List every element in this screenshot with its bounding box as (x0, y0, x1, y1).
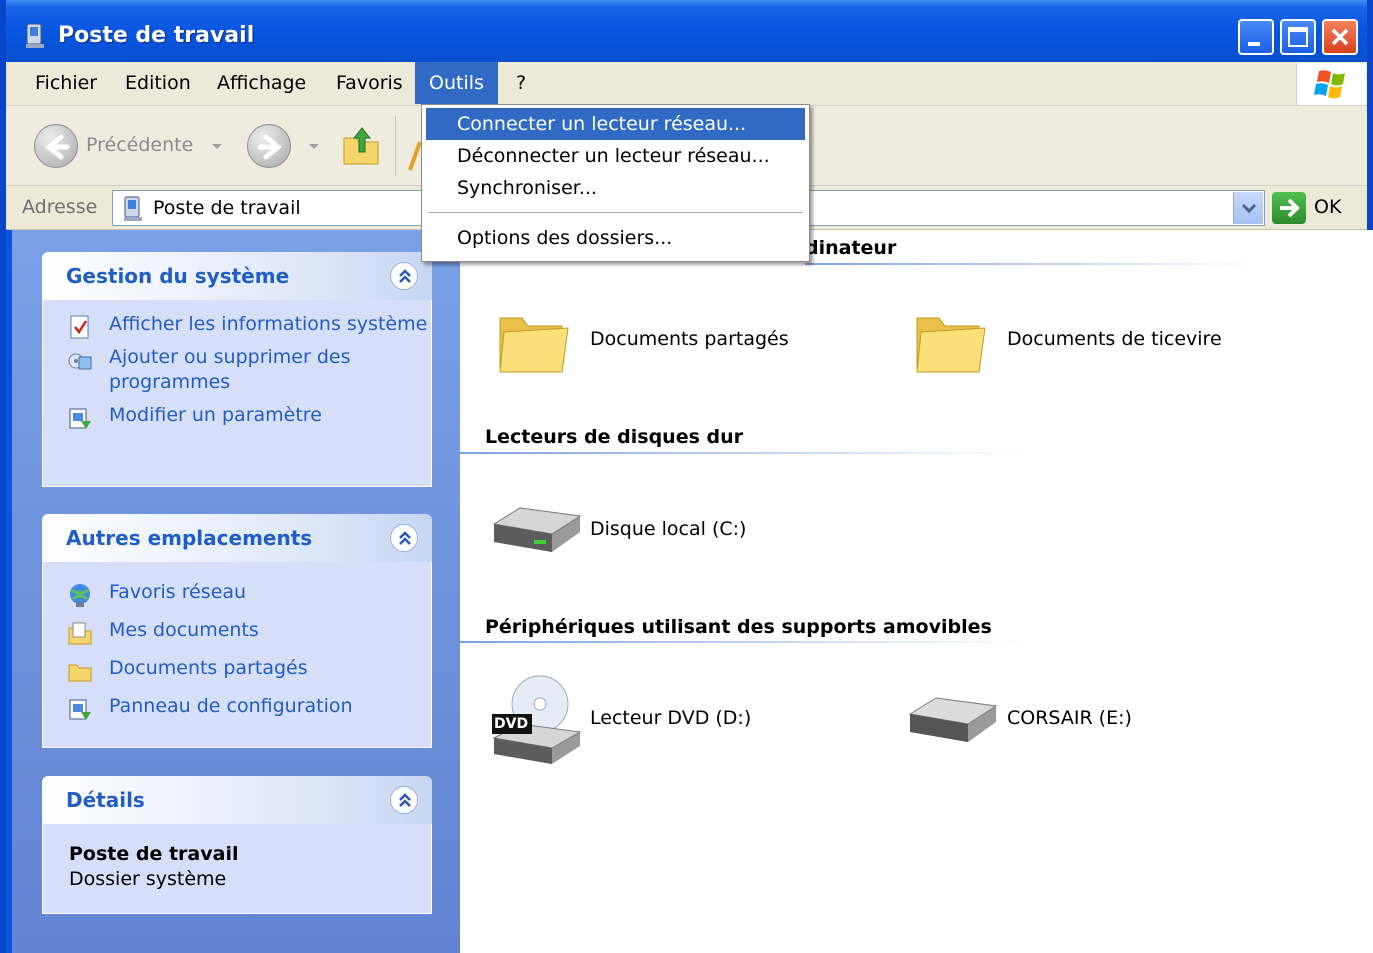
hard-disk-icon (492, 507, 582, 552)
place-shared-documents[interactable]: Documents partagés (43, 656, 431, 682)
forward-arrow-icon (257, 134, 282, 160)
address-label: Adresse (22, 196, 98, 218)
group-header-hard-disks: Lecteurs de disques dur (485, 426, 744, 448)
details-header[interactable]: Détails (42, 776, 432, 824)
forward-button[interactable] (247, 124, 291, 168)
details-title: Détails (66, 788, 145, 812)
details-name: Poste de travail (69, 843, 239, 865)
other-places-title: Autres emplacements (66, 526, 313, 550)
collapse-button[interactable] (390, 524, 418, 552)
add-remove-icon (68, 353, 92, 370)
other-places-header[interactable]: Autres emplacements (42, 514, 432, 562)
group-header-files: dinateur (805, 237, 897, 259)
chevron-up-double-icon (399, 793, 411, 807)
task-add-remove-programs[interactable]: Ajouter ou supprimer des programmes (43, 345, 431, 395)
go-label[interactable]: OK (1314, 196, 1341, 218)
back-button[interactable] (34, 124, 78, 168)
go-button[interactable] (1272, 192, 1306, 224)
collapse-button[interactable] (390, 786, 418, 814)
group-header-removable: Périphériques utilisant des supports amo… (485, 616, 992, 638)
menu-favoris[interactable]: Favoris (324, 62, 415, 104)
back-dropdown-icon[interactable] (211, 142, 223, 152)
menu-bar: Fichier Edition Affichage Favoris Outils… (6, 62, 1367, 106)
content-area: dinateur Documents partagés Documents de… (460, 230, 1373, 953)
place-network[interactable]: Favoris réseau (43, 580, 431, 607)
my-computer-icon (26, 23, 44, 48)
tools-menu-dropdown: Connecter un lecteur réseau... Déconnect… (421, 104, 810, 262)
system-tasks-header[interactable]: Gestion du système (42, 252, 432, 300)
other-places-panel: Autres emplacements Favoris réseau Mes d… (42, 514, 432, 748)
task-change-setting[interactable]: Modifier un paramètre (43, 403, 431, 429)
menu-separator (428, 212, 803, 214)
place-control-panel[interactable]: Panneau de configuration (43, 694, 431, 720)
menu-fichier[interactable]: Fichier (23, 62, 109, 104)
removable-drive-icon (908, 697, 998, 742)
documents-icon (68, 622, 92, 645)
close-button[interactable] (1322, 19, 1358, 55)
go-arrow-icon (1280, 198, 1300, 218)
address-dropdown-button[interactable] (1233, 192, 1263, 224)
search-icon[interactable] (406, 136, 422, 172)
dvd-badge: DVD (494, 716, 529, 732)
control-panel-icon (69, 408, 91, 429)
my-computer-icon (124, 196, 142, 221)
title-bar[interactable]: Poste de travail (6, 0, 1367, 62)
chevron-up-double-icon (399, 531, 411, 545)
task-pane: Gestion du système Afficher les informat… (12, 230, 460, 953)
back-arrow-icon (45, 134, 70, 160)
details-panel: Détails Poste de travail Dossier système (42, 776, 432, 914)
place-my-documents[interactable]: Mes documents (43, 618, 431, 645)
system-tasks-title: Gestion du système (66, 264, 290, 288)
menu-edition[interactable]: Edition (113, 62, 203, 104)
collapse-button[interactable] (390, 262, 418, 290)
task-system-info[interactable]: Afficher les informations système (43, 312, 431, 339)
chevron-down-icon (1241, 203, 1257, 214)
folder-icon (499, 317, 569, 373)
system-tasks-panel: Gestion du système Afficher les informat… (42, 252, 432, 487)
menu-map-network-drive[interactable]: Connecter un lecteur réseau... (426, 108, 805, 140)
explorer-window: Poste de travail Fichier Edition Afficha… (0, 0, 1373, 953)
menu-affichage[interactable]: Affichage (205, 62, 318, 104)
details-type: Dossier système (69, 868, 227, 890)
info-icon (70, 315, 89, 339)
menu-disconnect-network-drive[interactable]: Déconnecter un lecteur réseau... (426, 140, 805, 172)
chevron-up-double-icon (399, 269, 411, 283)
menu-synchronize[interactable]: Synchroniser... (426, 172, 805, 204)
minimize-button[interactable] (1238, 19, 1274, 55)
back-label: Précédente (86, 134, 194, 156)
window-title: Poste de travail (58, 23, 255, 48)
folder-icon (916, 317, 986, 373)
menu-help[interactable]: ? (504, 62, 538, 104)
control-panel-icon (69, 699, 91, 720)
menu-outils[interactable]: Outils (415, 62, 498, 104)
forward-dropdown-icon[interactable] (308, 142, 320, 152)
folder-icon (68, 664, 92, 682)
network-icon (70, 584, 90, 607)
folder-up-icon[interactable] (340, 122, 384, 168)
address-value: Poste de travail (153, 197, 301, 219)
windows-logo-icon (1296, 63, 1366, 105)
maximize-button[interactable] (1280, 19, 1316, 55)
menu-folder-options[interactable]: Options des dossiers... (426, 222, 805, 254)
